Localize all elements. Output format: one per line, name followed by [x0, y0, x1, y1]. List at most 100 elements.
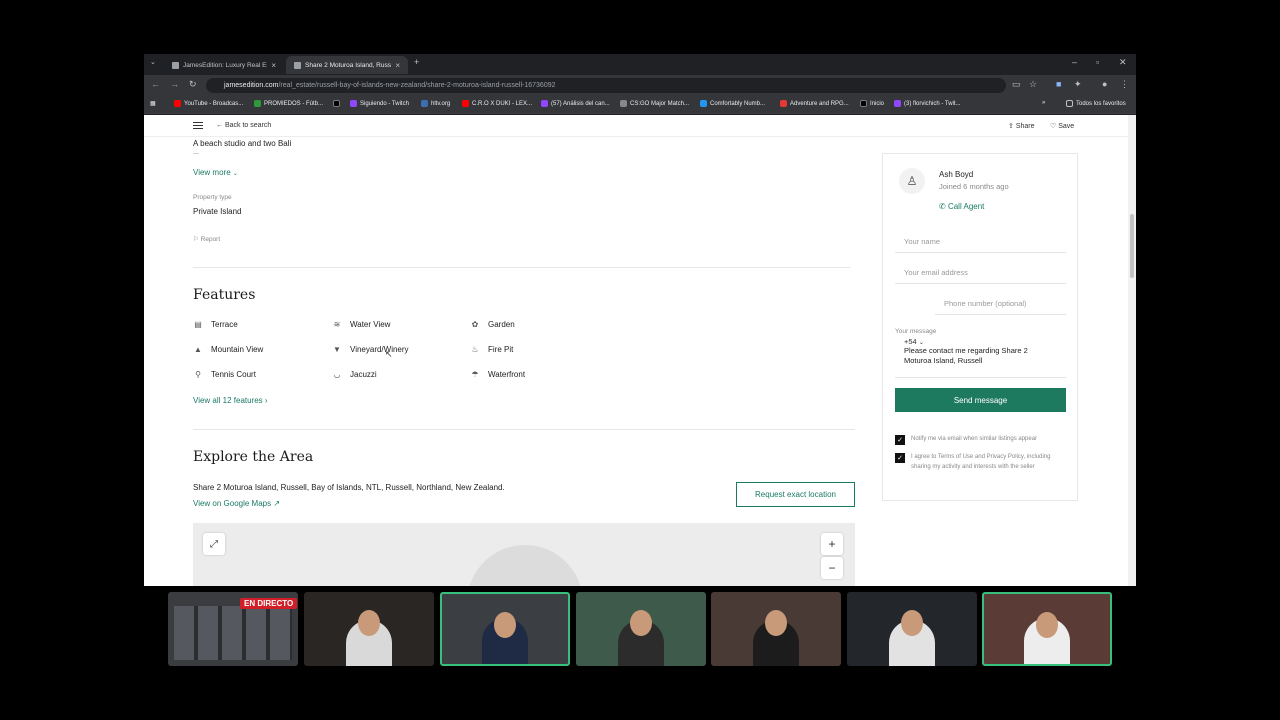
- feature-label: Garden: [488, 320, 515, 329]
- terrace-icon: ▤: [194, 320, 202, 329]
- feature-item: ◡ Jacuzzi: [332, 370, 377, 379]
- apps-grid-icon[interactable]: ▦: [150, 100, 156, 107]
- bookmark-youtube[interactable]: YouTube - Broadcas...: [174, 100, 243, 107]
- report-link[interactable]: ⚐ Report: [193, 235, 220, 243]
- back-arrow-icon[interactable]: ←: [151, 79, 160, 89]
- notify-checkbox[interactable]: ✓: [895, 435, 905, 445]
- terms-checkbox[interactable]: ✓: [895, 453, 905, 463]
- hltv-icon: [421, 100, 428, 107]
- maximize-icon[interactable]: ▫: [1096, 57, 1099, 67]
- minimize-icon[interactable]: –: [1072, 57, 1077, 67]
- bookmark-adventure-rpg[interactable]: Adventure and RPG...: [780, 100, 849, 107]
- back-to-search-link[interactable]: ← Back to search: [216, 122, 271, 129]
- call-agent-link[interactable]: ✆ Call Agent: [939, 202, 984, 211]
- zoom-in-button[interactable]: +: [821, 533, 843, 555]
- profile-avatar-icon[interactable]: ●: [1102, 79, 1107, 89]
- close-tab-icon[interactable]: ×: [271, 61, 276, 70]
- stream-camera-strip: EN DIRECTO: [168, 592, 1112, 668]
- bookmark-star-icon[interactable]: ☆: [1029, 79, 1037, 90]
- message-textarea[interactable]: Please contact me regarding Share 2 Motu…: [895, 340, 1066, 378]
- save-button[interactable]: ♡ Save: [1050, 122, 1074, 130]
- stream-cam-2: [304, 592, 434, 666]
- bookmark-hltv[interactable]: hltv.org: [421, 100, 450, 107]
- new-tab-button[interactable]: +: [414, 57, 419, 67]
- stream-cam-4: [576, 592, 706, 666]
- bookmark-x[interactable]: [333, 100, 340, 107]
- share-icon: ⇪: [1008, 123, 1016, 130]
- extensions-puzzle-icon[interactable]: ✦: [1074, 79, 1082, 90]
- fullscreen-icon[interactable]: ⤢: [203, 533, 225, 555]
- feature-label: Tennis Court: [211, 370, 256, 379]
- bookmark-label: Adventure and RPG...: [790, 100, 849, 107]
- feature-label: Waterfront: [488, 370, 526, 379]
- close-window-icon[interactable]: ✕: [1119, 57, 1127, 68]
- stream-cam-7: [982, 592, 1112, 666]
- tab-share-2-moturoa[interactable]: Share 2 Moturoa Island, Russell ×: [286, 56, 408, 74]
- browser-window: ⌄ JamesEdition: Luxury Real Estate × Sha…: [144, 54, 1136, 586]
- streamer-head: [765, 610, 787, 636]
- twitch-icon: [350, 100, 357, 107]
- request-exact-location-button[interactable]: Request exact location: [736, 482, 855, 507]
- hamburger-menu-icon[interactable]: [193, 122, 203, 129]
- area-map[interactable]: ⤢ + −: [193, 523, 855, 586]
- agent-joined: Joined 6 months ago: [939, 182, 1009, 191]
- garden-icon: ✿: [471, 320, 479, 329]
- bookmark-inicio[interactable]: Inicio: [860, 100, 884, 107]
- view-all-features-label: View all 12 features: [193, 396, 263, 405]
- bookmark-comfortably-numb[interactable]: Comfortably Numb...: [700, 100, 765, 107]
- extension-icon[interactable]: ■: [1056, 79, 1061, 89]
- view-more-link[interactable]: View more ⌄: [193, 168, 238, 177]
- bookmark-label: (57) Análisis del can...: [551, 100, 610, 107]
- zoom-out-button[interactable]: −: [821, 557, 843, 579]
- feature-label: Terrace: [211, 320, 238, 329]
- bookmark-promiedos[interactable]: PROMIEDOS - Fútb...: [254, 100, 323, 107]
- bookmark-florvichich[interactable]: (3) florvichich - Twit...: [894, 100, 961, 107]
- view-all-features-link[interactable]: View all 12 features ›: [193, 396, 268, 405]
- heart-icon: ♡: [1050, 123, 1059, 130]
- address-bar[interactable]: jamesedition.com/real_estate/russell-bay…: [206, 78, 1006, 93]
- bookmark-csgo-major[interactable]: CS:GO Major Match...: [620, 100, 689, 107]
- x-icon: [333, 100, 340, 107]
- install-app-icon[interactable]: ▭: [1012, 79, 1021, 90]
- google-maps-label: View on Google Maps: [193, 499, 272, 508]
- name-field[interactable]: Your name: [895, 231, 1066, 253]
- arrow-left-icon: ←: [216, 122, 225, 129]
- stream-cam-5: [711, 592, 841, 666]
- email-field[interactable]: Your email address: [895, 262, 1066, 284]
- view-more-label: View more: [193, 168, 231, 177]
- agent-name: Ash Boyd: [939, 170, 974, 179]
- twitch-icon: [541, 100, 548, 107]
- folder-icon: [1066, 100, 1073, 107]
- forward-arrow-icon[interactable]: →: [170, 79, 179, 89]
- feature-item: ▼ Vineyard/Winery: [332, 345, 409, 354]
- tab-title: JamesEdition: Luxury Real Estate: [183, 61, 267, 69]
- bookmark-cro-duki[interactable]: C.R.O X DUKI - LEX...: [462, 100, 532, 107]
- scrollbar-thumb[interactable]: [1130, 214, 1134, 278]
- all-bookmarks-folder[interactable]: Todos los favoritos: [1066, 100, 1126, 107]
- favicon-icon: [172, 61, 179, 69]
- more-bookmarks-button[interactable]: »: [1042, 100, 1045, 106]
- youtube-icon: [462, 100, 469, 107]
- property-type-value: Private Island: [193, 207, 242, 216]
- close-tab-icon[interactable]: ×: [395, 61, 400, 70]
- bookmark-twitch-following[interactable]: Siguiendo - Twitch: [350, 100, 409, 107]
- menu-kebab-icon[interactable]: ⋮: [1120, 79, 1129, 90]
- feature-item: ⚲ Tennis Court: [193, 370, 256, 379]
- bookmark-analisis[interactable]: (57) Análisis del can...: [541, 100, 610, 107]
- feature-label: Mountain View: [211, 345, 264, 354]
- view-on-google-maps-link[interactable]: View on Google Maps ↗: [193, 499, 280, 508]
- reload-icon[interactable]: ↻: [189, 79, 197, 90]
- tab-search-icon[interactable]: ⌄: [150, 58, 156, 66]
- bookmark-label: CS:GO Major Match...: [630, 100, 690, 107]
- phone-icon: ✆: [939, 202, 948, 211]
- feature-label: Water View: [350, 320, 391, 329]
- agent-avatar-icon: ♙: [899, 168, 925, 194]
- phone-field[interactable]: Phone number (optional): [935, 293, 1066, 315]
- send-message-button[interactable]: Send message: [895, 388, 1066, 412]
- page-scrollbar[interactable]: [1128, 115, 1136, 586]
- bookmark-label: C.R.O X DUKI - LEX...: [472, 100, 533, 107]
- tab-jamesedition[interactable]: JamesEdition: Luxury Real Estate ×: [164, 56, 284, 74]
- share-button[interactable]: ⇪ Share: [1008, 122, 1035, 130]
- csgo-icon: [620, 100, 627, 107]
- live-badge: EN DIRECTO: [240, 598, 298, 609]
